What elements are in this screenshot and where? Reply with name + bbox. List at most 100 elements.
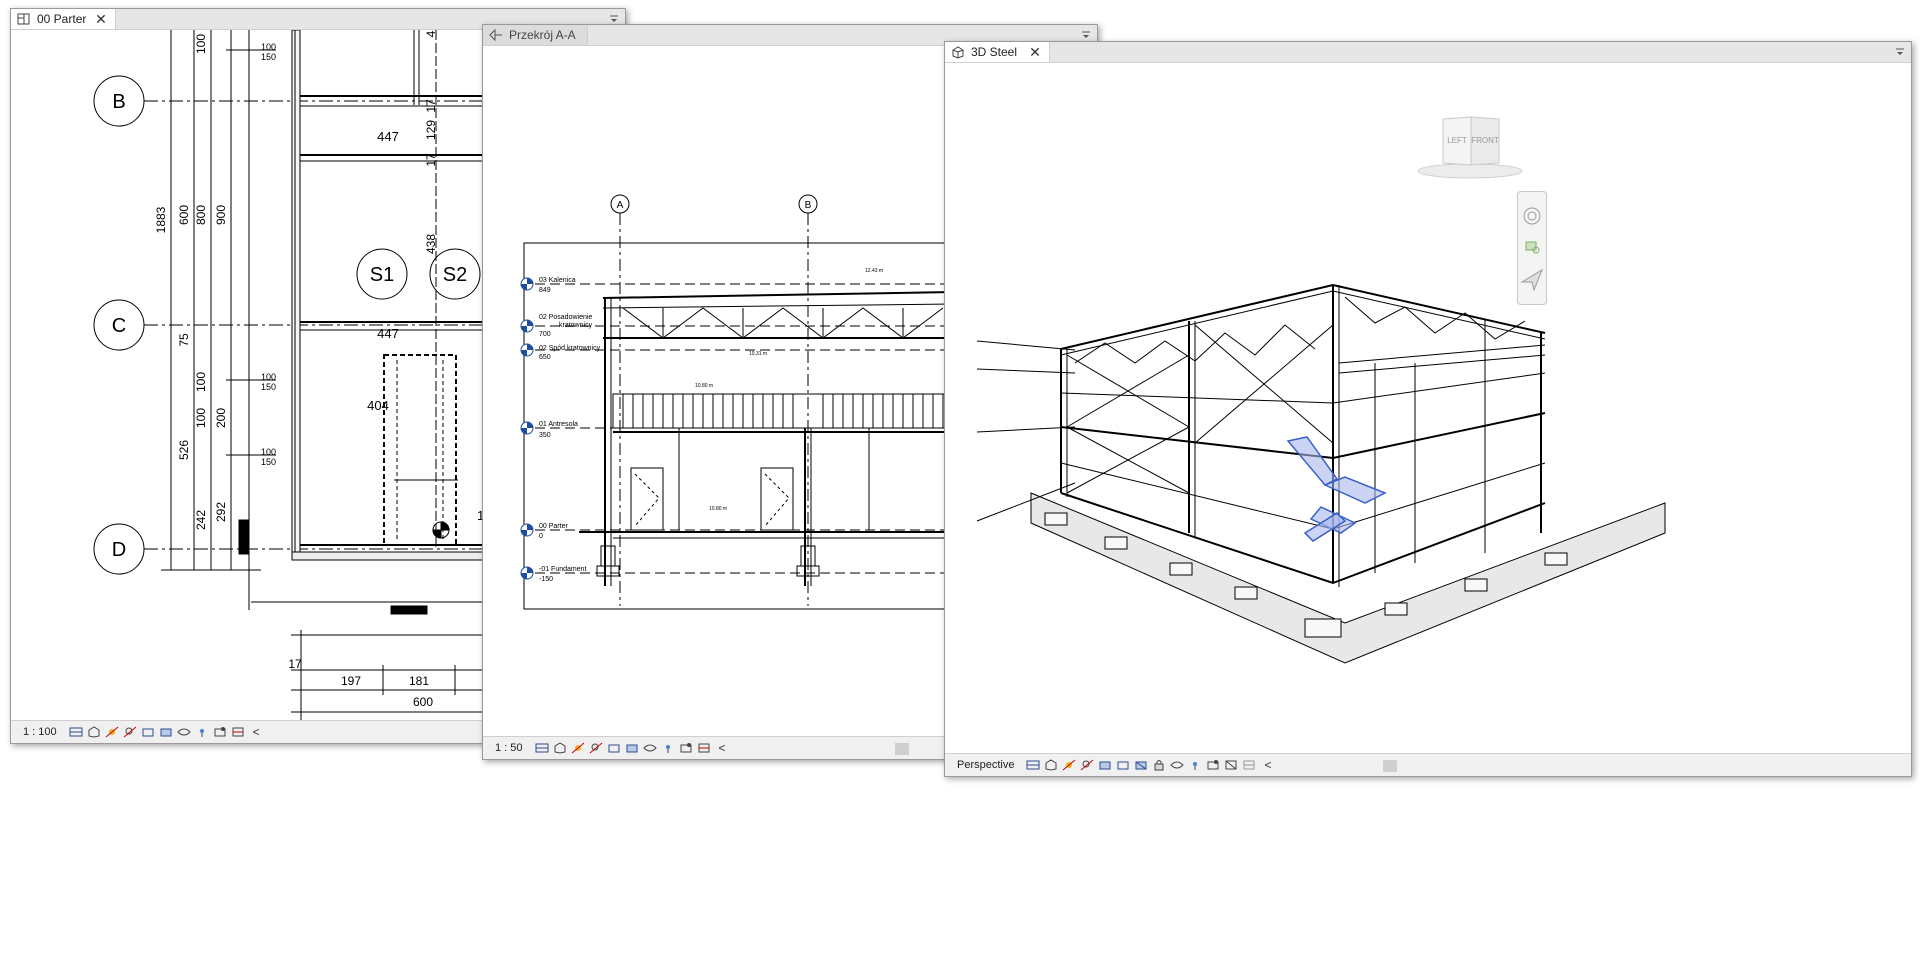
detail-level-icon[interactable] bbox=[69, 726, 83, 738]
svg-text:526: 526 bbox=[177, 440, 191, 460]
svg-text:02 Posadowienie: 02 Posadowienie bbox=[539, 314, 592, 321]
svg-text:-01 Fundament: -01 Fundament bbox=[539, 566, 587, 573]
svg-text:17: 17 bbox=[424, 153, 438, 167]
svg-text:197: 197 bbox=[341, 674, 361, 688]
show-crop-region-icon[interactable] bbox=[159, 726, 173, 738]
crop-view-icon[interactable] bbox=[1116, 759, 1130, 771]
svg-text:129: 129 bbox=[424, 120, 438, 140]
show-crop-region-icon[interactable] bbox=[625, 742, 639, 754]
reveal-hidden-icon[interactable] bbox=[195, 726, 209, 738]
close-icon[interactable]: ✕ bbox=[95, 11, 107, 28]
floor-plan-icon bbox=[17, 12, 31, 26]
tab-title: Przekrój A-A bbox=[509, 28, 576, 42]
sun-path-icon[interactable] bbox=[571, 742, 585, 754]
sun-path-icon[interactable] bbox=[1062, 759, 1076, 771]
close-icon[interactable]: ✕ bbox=[1029, 44, 1041, 61]
svg-text:447: 447 bbox=[377, 129, 399, 144]
viewcube-left-face: LEFT bbox=[1447, 136, 1467, 145]
svg-text:438: 438 bbox=[424, 234, 438, 254]
tab-00-parter[interactable]: 00 Parter ✕ bbox=[11, 9, 116, 29]
svg-text:242: 242 bbox=[194, 510, 208, 530]
shadows-icon[interactable] bbox=[1080, 759, 1094, 771]
svg-text:150: 150 bbox=[261, 457, 276, 467]
crop-view-icon[interactable] bbox=[141, 726, 155, 738]
visual-style-icon[interactable] bbox=[553, 742, 567, 754]
analytical-model-icon[interactable] bbox=[1224, 759, 1238, 771]
view-mode-label[interactable]: Perspective bbox=[945, 759, 1024, 771]
status-scroll-left-icon[interactable]: < bbox=[253, 725, 260, 739]
temporary-properties-icon[interactable] bbox=[1206, 759, 1220, 771]
sun-path-icon[interactable] bbox=[105, 726, 119, 738]
3d-status-bar: Perspective < bbox=[945, 753, 1911, 776]
shadows-icon[interactable] bbox=[589, 742, 603, 754]
visual-style-icon[interactable] bbox=[87, 726, 101, 738]
svg-text:1883: 1883 bbox=[154, 206, 168, 233]
svg-text:10.80 m: 10.80 m bbox=[709, 506, 727, 512]
svg-text:02 Spód kratownicy: 02 Spód kratownicy bbox=[539, 345, 601, 352]
svg-text:181: 181 bbox=[409, 674, 429, 688]
zoom-icon bbox=[1525, 241, 1537, 251]
show-crop-region-icon[interactable] bbox=[1134, 759, 1148, 771]
svg-text:900: 900 bbox=[214, 205, 228, 225]
3d-view-window[interactable]: 3D Steel ✕ LEFT FRONT Perspective < bbox=[944, 41, 1912, 777]
reveal-hidden-icon[interactable] bbox=[1188, 759, 1202, 771]
temporary-properties-icon[interactable] bbox=[679, 742, 693, 754]
svg-text:10.80 m: 10.80 m bbox=[695, 383, 713, 389]
svg-text:849: 849 bbox=[539, 287, 551, 294]
detail-level-icon[interactable] bbox=[1026, 759, 1040, 771]
temporary-properties-icon[interactable] bbox=[213, 726, 227, 738]
svg-text:75: 75 bbox=[177, 333, 191, 347]
reveal-hidden-icon[interactable] bbox=[661, 742, 675, 754]
tab-title: 00 Parter bbox=[37, 12, 87, 26]
steering-wheel-icon bbox=[1523, 207, 1541, 225]
horizontal-scrollbar-thumb[interactable] bbox=[1383, 760, 1397, 772]
crop-view-icon[interactable] bbox=[607, 742, 621, 754]
3d-tab-bar: 3D Steel ✕ bbox=[945, 42, 1911, 63]
constraints-icon[interactable] bbox=[1242, 759, 1256, 771]
svg-text:600: 600 bbox=[177, 205, 191, 225]
viewcube[interactable]: LEFT FRONT bbox=[1415, 109, 1525, 181]
constraints-icon[interactable] bbox=[697, 742, 711, 754]
status-scroll-left-icon[interactable]: < bbox=[1264, 758, 1271, 772]
stair-label-s1: S1 bbox=[370, 264, 394, 286]
detail-level-icon[interactable] bbox=[535, 742, 549, 754]
svg-text:4: 4 bbox=[424, 30, 438, 37]
lock-3d-view-icon[interactable] bbox=[1152, 759, 1166, 771]
svg-text:-150: -150 bbox=[539, 576, 553, 583]
tab-przekroj-a-a[interactable]: Przekrój A-A bbox=[483, 25, 588, 45]
svg-text:200: 200 bbox=[214, 408, 228, 428]
svg-text:17: 17 bbox=[424, 99, 438, 113]
temporary-hide-icon[interactable] bbox=[642, 742, 657, 754]
svg-text:03 Kalenica: 03 Kalenica bbox=[539, 277, 576, 284]
navigation-bar[interactable] bbox=[1517, 191, 1547, 305]
view-scale[interactable]: 1 : 50 bbox=[483, 742, 533, 754]
svg-text:100: 100 bbox=[194, 408, 208, 428]
grid-label-d: D bbox=[112, 539, 126, 561]
svg-text:150: 150 bbox=[261, 382, 276, 392]
3d-model-area[interactable]: LEFT FRONT bbox=[945, 63, 1911, 754]
stair-label-s2: S2 bbox=[443, 264, 467, 286]
viewcube-front-face: FRONT bbox=[1471, 136, 1499, 145]
tab-menu-chevron-icon[interactable] bbox=[1081, 28, 1091, 40]
tab-3d-steel[interactable]: 3D Steel ✕ bbox=[945, 42, 1050, 62]
temporary-hide-icon[interactable] bbox=[1170, 759, 1185, 771]
svg-text:10.31 m: 10.31 m bbox=[749, 351, 767, 357]
status-scroll-left-icon[interactable]: < bbox=[719, 741, 726, 755]
svg-text:100: 100 bbox=[261, 42, 276, 52]
tab-menu-chevron-icon[interactable] bbox=[1895, 45, 1905, 57]
svg-text:0: 0 bbox=[539, 533, 543, 540]
horizontal-scrollbar-thumb[interactable] bbox=[895, 743, 909, 755]
svg-text:17: 17 bbox=[288, 657, 302, 671]
visual-style-icon[interactable] bbox=[1044, 759, 1058, 771]
svg-text:100: 100 bbox=[261, 372, 276, 382]
tab-menu-chevron-icon[interactable] bbox=[609, 12, 619, 24]
svg-text:100: 100 bbox=[194, 372, 208, 392]
svg-text:100: 100 bbox=[261, 447, 276, 457]
svg-text:350: 350 bbox=[539, 432, 551, 439]
rendering-icon[interactable] bbox=[1098, 759, 1112, 771]
constraints-icon[interactable] bbox=[231, 726, 245, 738]
view-scale[interactable]: 1 : 100 bbox=[11, 726, 67, 738]
temporary-hide-icon[interactable] bbox=[176, 726, 191, 738]
shadows-icon[interactable] bbox=[123, 726, 137, 738]
orbit-icon bbox=[1520, 268, 1544, 292]
